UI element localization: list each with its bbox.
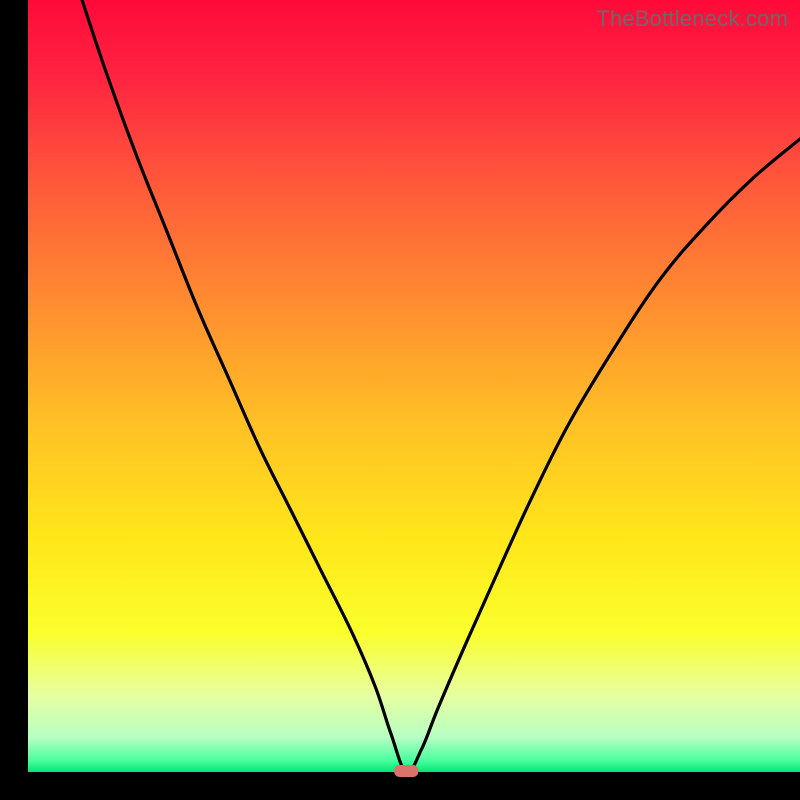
bottleneck-chart	[0, 0, 800, 800]
chart-container: TheBottleneck.com	[0, 0, 800, 800]
dip-marker	[394, 765, 418, 777]
plot-background	[28, 0, 800, 772]
watermark-text: TheBottleneck.com	[596, 6, 788, 32]
